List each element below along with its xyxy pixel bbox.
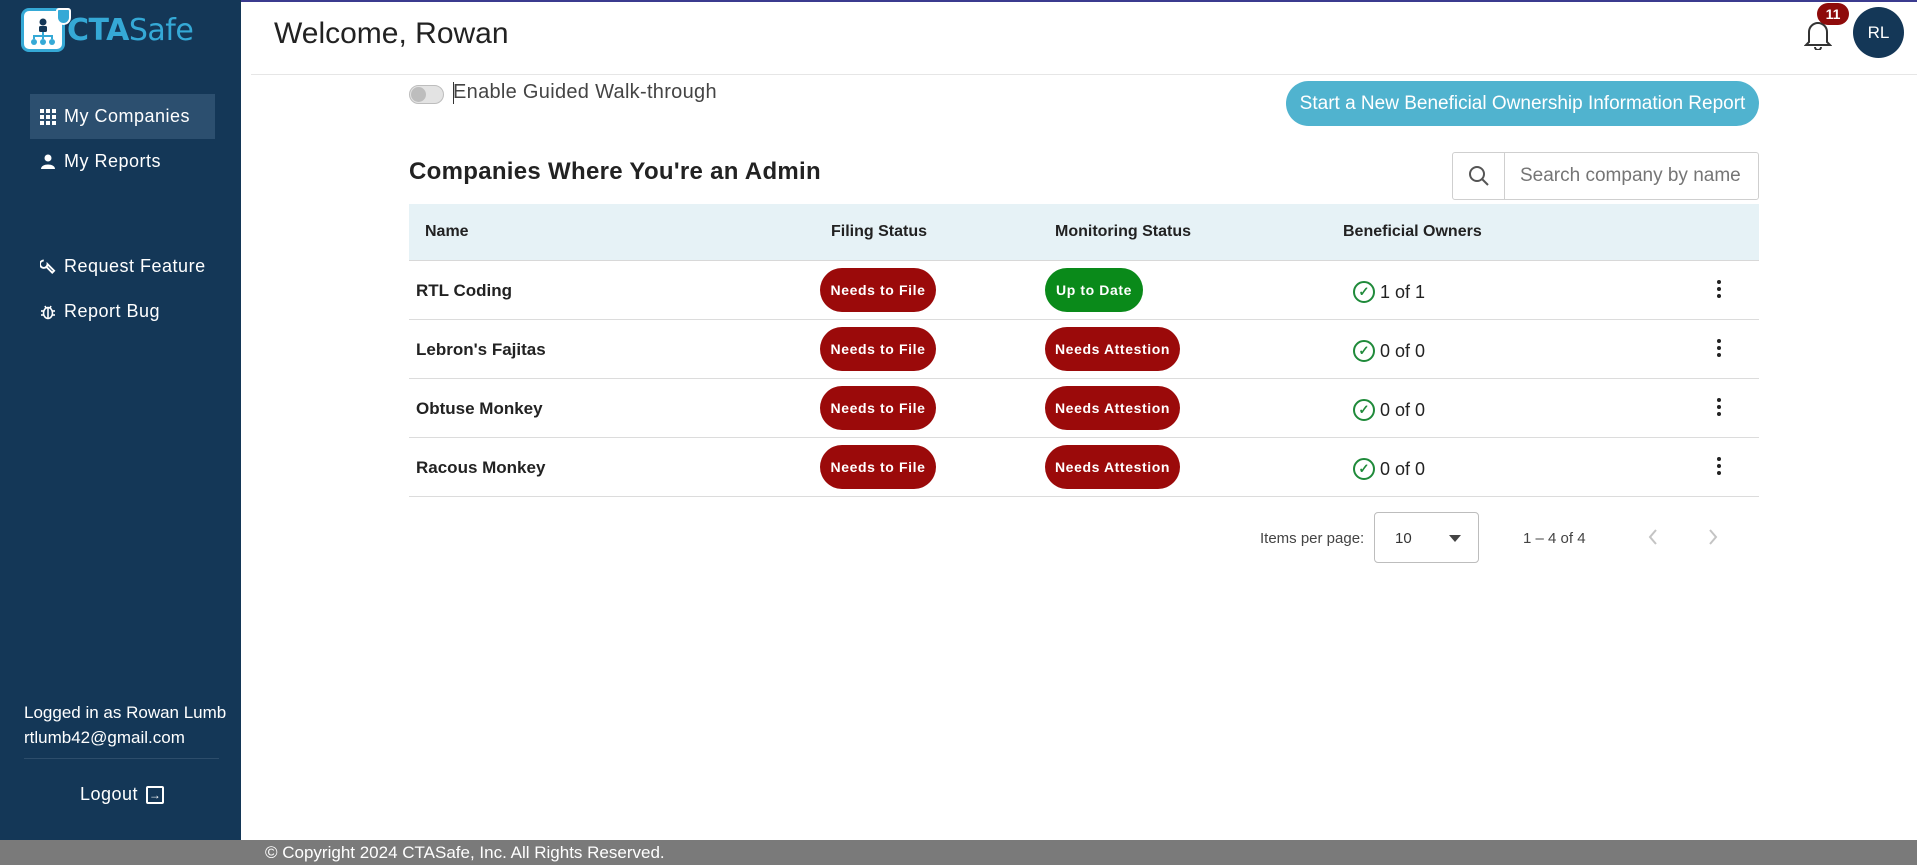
header-divider [251,74,1917,75]
owners-count-text: 0 of 0 [1380,340,1426,361]
row-menu-icon[interactable] [1709,454,1729,478]
logo-wordmark-prefix: CTA [67,12,129,48]
page-range: 1 – 4 of 4 [1523,530,1586,547]
items-per-page-label: Items per page: [1260,530,1365,547]
chevron-left-icon [1648,529,1657,545]
toggle-knob [411,87,426,102]
sidebar-item-label: Report Bug [64,301,161,321]
filing-status-badge[interactable]: Needs to File [820,327,936,371]
table-header: Name Filing Status Monitoring Status Ben… [409,204,1759,261]
beneficial-owners-count: ✓ 1 of 1 [1353,281,1425,303]
sidebar-item-label: Request Feature [64,256,206,276]
company-name[interactable]: Obtuse Monkey [416,399,543,419]
person-icon [40,154,56,170]
beneficial-owners-count: ✓ 0 of 0 [1353,458,1425,480]
company-name[interactable]: Racous Monkey [416,458,545,478]
beneficial-owners-count: ✓ 0 of 0 [1353,340,1425,362]
logout-button[interactable]: Logout → [80,784,165,805]
check-circle-icon: ✓ [1353,340,1375,362]
logo-wordmark: CTASafe [67,12,194,48]
new-report-button[interactable]: Start a New Beneficial Ownership Informa… [1286,81,1759,126]
check-circle-icon: ✓ [1353,458,1375,480]
sidebar-item-my-reports[interactable]: My Reports [30,139,215,184]
chevron-right-icon [1709,529,1718,545]
copyright-text: © Copyright 2024 CTASafe, Inc. All Right… [265,843,665,862]
table-row[interactable]: Lebron's Fajitas Needs to File Needs Att… [409,320,1759,379]
monitoring-status-badge[interactable]: Needs Attestion [1045,386,1180,430]
page-title: Welcome, Rowan [274,17,509,50]
monitoring-status-badge[interactable]: Up to Date [1045,268,1143,312]
table-row[interactable]: RTL Coding Needs to File Up to Date ✓ 1 … [409,261,1759,320]
companies-table: Name Filing Status Monitoring Status Ben… [409,204,1759,497]
logo-org-chart-icon [21,8,71,52]
company-search [1452,152,1759,200]
page-footer: © Copyright 2024 CTASafe, Inc. All Right… [0,840,1917,865]
beneficial-owners-count: ✓ 0 of 0 [1353,399,1425,421]
previous-page-button[interactable] [1641,525,1665,549]
sidebar-item-report-bug[interactable]: Report Bug [30,289,215,334]
sidebar-divider [24,758,219,759]
owners-count-text: 0 of 0 [1380,399,1426,420]
logout-label: Logout [80,784,139,804]
filing-status-badge[interactable]: Needs to File [820,445,936,489]
avatar[interactable]: RL [1853,7,1904,58]
user-email: rtlumb42@gmail.com [24,728,185,747]
notification-count-badge: 11 [1817,3,1849,25]
logout-arrow-icon: → [146,785,165,804]
bug-icon [40,304,56,320]
logo-wordmark-suffix: Safe [128,12,194,48]
filing-status-badge[interactable]: Needs to File [820,386,936,430]
row-menu-icon[interactable] [1709,395,1729,419]
app-logo[interactable]: CTASafe [21,8,194,52]
sidebar-item-label: My Companies [64,106,191,126]
grid-icon [40,108,56,125]
walkthrough-toggle[interactable] [409,85,444,104]
column-header-beneficial-owners[interactable]: Beneficial Owners [1343,223,1482,241]
column-header-filing-status[interactable]: Filing Status [831,223,927,241]
logged-in-user: Logged in as Rowan Lumb [24,703,227,722]
column-header-monitoring-status[interactable]: Monitoring Status [1055,223,1191,241]
sidebar-item-request-feature[interactable]: Request Feature [30,244,215,289]
page-header: Welcome, Rowan [241,0,1917,74]
dropdown-arrow-icon [1449,535,1461,542]
owners-count-text: 1 of 1 [1380,281,1426,302]
monitoring-status-badge[interactable]: Needs Attestion [1045,445,1180,489]
row-menu-icon[interactable] [1709,336,1729,360]
company-name[interactable]: Lebron's Fajitas [416,340,546,360]
shield-icon [56,8,71,25]
search-icon[interactable] [1453,153,1505,199]
search-input[interactable] [1505,154,1745,198]
row-menu-icon[interactable] [1709,277,1729,301]
section-title: Companies Where You're an Admin [409,158,821,185]
sidebar: CTASafe My Companies My Reports Request … [0,0,241,840]
company-name[interactable]: RTL Coding [416,281,512,301]
login-info: Logged in as Rowan Lumb rtlumb42@gmail.c… [24,700,226,750]
column-header-name[interactable]: Name [425,223,469,241]
table-row[interactable]: Racous Monkey Needs to File Needs Attest… [409,438,1759,497]
check-circle-icon: ✓ [1353,281,1375,303]
sidebar-item-my-companies[interactable]: My Companies [30,94,215,139]
sidebar-item-label: My Reports [64,151,162,171]
page-size-value: 10 [1395,530,1412,547]
filing-status-badge[interactable]: Needs to File [820,268,936,312]
monitoring-status-badge[interactable]: Needs Attestion [1045,327,1180,371]
table-row[interactable]: Obtuse Monkey Needs to File Needs Attest… [409,379,1759,438]
next-page-button[interactable] [1701,525,1725,549]
wrench-icon [40,259,56,275]
walkthrough-label: Enable Guided Walk-through [453,81,717,103]
check-circle-icon: ✓ [1353,399,1375,421]
owners-count-text: 0 of 0 [1380,458,1426,479]
items-per-page-select[interactable]: 10 [1374,512,1479,563]
